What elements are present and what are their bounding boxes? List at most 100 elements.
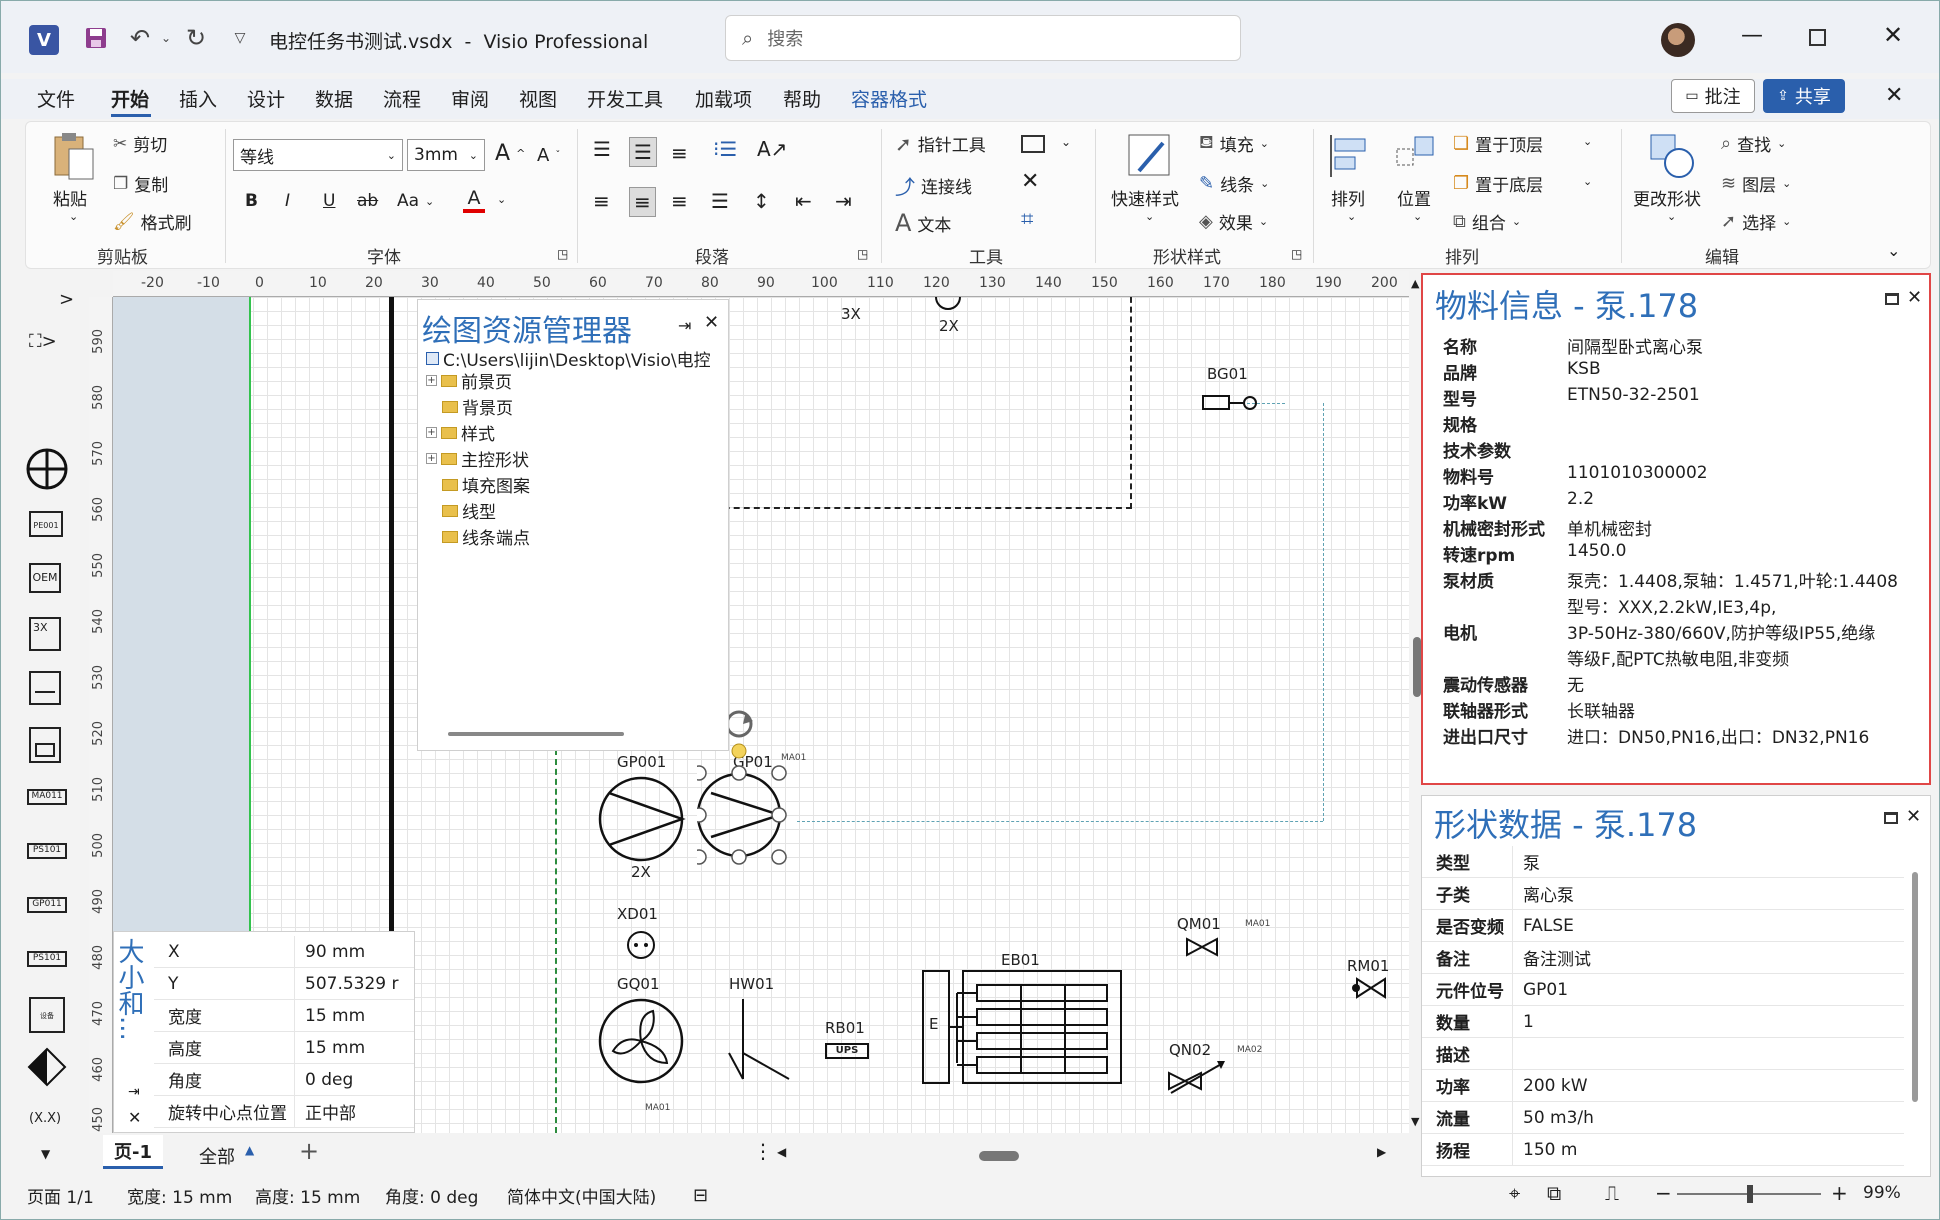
close-icon[interactable]: ✕ [1906, 806, 1921, 827]
scroll-left-icon[interactable]: ◀ [777, 1145, 786, 1159]
menu-view[interactable]: 视图 [519, 85, 557, 112]
paste-button[interactable]: 粘贴 ⌄ [49, 131, 105, 227]
stencil-ps101b-icon[interactable]: PS101 [27, 951, 67, 967]
all-pages-button[interactable]: 全部 ▲ [199, 1143, 254, 1169]
stencil-xx-icon[interactable]: (X.X) [29, 1111, 61, 1126]
stencil-device-icon[interactable]: 设备 [29, 997, 65, 1033]
fan-gq01[interactable] [597, 997, 687, 1087]
size-value[interactable]: 15 mm [294, 1032, 365, 1063]
shape-data-value[interactable]: 200 kW [1512, 1070, 1588, 1101]
shape-data-value[interactable]: 备注测试 [1512, 942, 1591, 973]
align-left-icon[interactable]: ≡ [593, 189, 610, 213]
bold-button[interactable]: B [245, 191, 258, 211]
stencil-box2-icon[interactable] [29, 727, 61, 763]
scroll-down-icon[interactable]: ▼ [1411, 1115, 1419, 1128]
crop-icon[interactable]: ⌗ [1021, 207, 1033, 232]
search-box[interactable]: ⌕ 搜索 [725, 15, 1241, 61]
close-window-icon[interactable]: ✕ [1883, 21, 1903, 49]
shape-style-dialog-launcher-icon[interactable]: ◳ [1291, 247, 1302, 261]
menu-help[interactable]: 帮助 [783, 85, 821, 112]
shapes-dropdown-icon[interactable]: ⌄ [1061, 135, 1071, 149]
change-case-button[interactable]: Aa ⌄ [397, 191, 434, 211]
stencil-gp011-icon[interactable]: GP011 [27, 897, 67, 913]
menu-developer[interactable]: 开发工具 [587, 85, 663, 112]
expand-icon[interactable]: + [426, 375, 437, 386]
pump-gp001[interactable] [597, 775, 687, 865]
share-button[interactable]: ⇪ 共享 [1763, 79, 1845, 113]
size-value[interactable]: 正中部 [294, 1096, 356, 1127]
save-icon[interactable] [81, 23, 111, 53]
expand-icon[interactable]: + [426, 427, 437, 438]
bring-front-dropdown-icon[interactable]: ⌄ [1583, 135, 1592, 148]
shrink-font-button[interactable]: Aˇ [537, 145, 560, 166]
minimize-icon[interactable]: — [1741, 23, 1763, 48]
connection-point-icon[interactable]: ✕ [1021, 169, 1039, 194]
stencil-box1-icon[interactable] [29, 671, 61, 705]
select-button[interactable]: ➚ 选择 ⌄ [1721, 209, 1791, 234]
menu-review[interactable]: 审阅 [451, 85, 489, 112]
status-page[interactable]: 页面 1/1 [27, 1183, 94, 1208]
align-right-icon[interactable]: ≡ [671, 189, 688, 213]
layer-button[interactable]: ≋ 图层 ⌄ [1721, 171, 1791, 196]
bring-to-front-button[interactable]: ❏ 置于顶层 [1453, 131, 1543, 156]
shape-data-value[interactable]: 50 m3/h [1512, 1102, 1594, 1133]
shape-data-value[interactable]: GP01 [1512, 974, 1568, 1005]
tree-item-line-ends[interactable]: 线条端点 [442, 524, 530, 549]
bullets-icon[interactable]: ⁝☰ [713, 137, 737, 161]
shape-data-value[interactable]: 150 m [1512, 1134, 1577, 1165]
quick-style-button[interactable]: 快速样式 ⌄ [1111, 131, 1191, 223]
add-page-button[interactable]: + [299, 1137, 319, 1165]
tree-item-background[interactable]: 背景页 [442, 394, 513, 419]
shape-data-value[interactable]: 泵 [1512, 846, 1540, 877]
pin-icon[interactable]: ⇥ [678, 316, 691, 335]
expand-shapes-icon[interactable]: > [59, 289, 74, 310]
scroll-up-icon[interactable]: ▲ [1411, 277, 1419, 290]
avatar[interactable] [1661, 23, 1695, 57]
menu-container-format[interactable]: 容器格式 [851, 85, 927, 112]
explorer-scrollbar[interactable] [448, 732, 624, 736]
shape-data-value[interactable] [1512, 1038, 1523, 1069]
close-ribbon-icon[interactable]: ✕ [1885, 83, 1903, 108]
presentation-mode-icon[interactable]: ⎍ [1605, 1181, 1619, 1205]
cut-button[interactable]: ✂ 剪切 [113, 131, 167, 157]
send-back-dropdown-icon[interactable]: ⌄ [1583, 175, 1592, 188]
status-language[interactable]: 简体中文(中国大陆) [507, 1183, 656, 1208]
stencil-peoo1-icon[interactable]: PE001 [29, 511, 63, 537]
close-icon[interactable]: ✕ [128, 1108, 141, 1127]
stencil-3x-icon[interactable]: 3X [29, 617, 61, 651]
stencil-oem-icon[interactable]: OEM [29, 563, 61, 593]
effect-button[interactable]: ◈ 效果 ⌄ [1199, 209, 1268, 234]
redo-icon[interactable]: ↻ [181, 23, 211, 53]
horizontal-scroll-thumb[interactable] [979, 1151, 1019, 1161]
font-family-select[interactable]: 等线 ⌄ [233, 139, 403, 171]
find-button[interactable]: ⌕ 查找 ⌄ [1721, 131, 1786, 156]
grow-font-button[interactable]: A ^ [495, 141, 525, 166]
connector-button[interactable]: ⤴ 连接线 [895, 171, 972, 200]
size-value[interactable]: 507.5329 r [294, 968, 399, 999]
menu-design[interactable]: 设计 [247, 85, 285, 112]
menu-addins[interactable]: 加载项 [695, 85, 752, 112]
menu-insert[interactable]: 插入 [179, 85, 217, 112]
arrange-button[interactable]: 排列 ⌄ [1327, 131, 1377, 223]
ups-rb01[interactable]: UPS [825, 1043, 869, 1059]
switch-windows-icon[interactable]: ⧉ [1547, 1181, 1561, 1205]
font-dialog-launcher-icon[interactable]: ◳ [557, 247, 568, 261]
font-color-button[interactable]: A [463, 187, 485, 213]
tree-item-masters[interactable]: + 主控形状 [426, 446, 529, 471]
shape-data-value[interactable]: FALSE [1512, 910, 1574, 941]
tree-item-styles[interactable]: + 样式 [426, 420, 495, 445]
check-valve-rm01[interactable] [1351, 977, 1387, 999]
justify-icon[interactable]: ☰ [711, 189, 729, 213]
line-button[interactable]: ✎ 线条 ⌄ [1199, 171, 1269, 196]
italic-button[interactable]: I [285, 191, 290, 211]
increase-indent-icon[interactable]: ⇥ [835, 189, 852, 213]
expand-icon[interactable]: + [426, 453, 437, 464]
align-center-icon[interactable]: ≡ [629, 187, 656, 217]
text-tool-button[interactable]: A 文本 [895, 209, 951, 237]
customize-qat-icon[interactable]: ▽ [225, 23, 255, 53]
paragraph-dialog-launcher-icon[interactable]: ◳ [857, 247, 868, 261]
menu-file[interactable]: 文件 [37, 85, 75, 112]
shape-data-scrollbar[interactable] [1912, 872, 1918, 1102]
decrease-indent-icon[interactable]: ⇤ [795, 189, 812, 213]
zoom-slider[interactable] [1677, 1185, 1821, 1203]
